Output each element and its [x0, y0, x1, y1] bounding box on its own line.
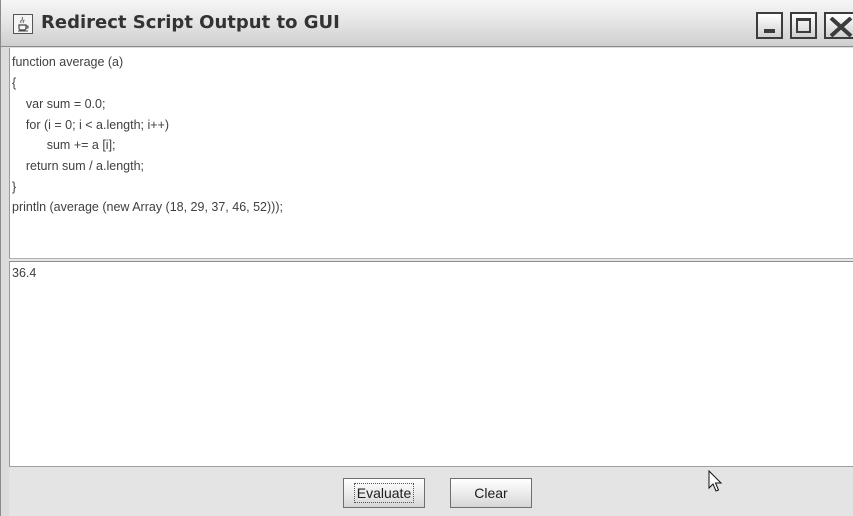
maximize-button[interactable] [790, 12, 817, 39]
close-icon [829, 17, 853, 37]
minimize-button[interactable] [756, 12, 783, 39]
app-window: Redirect Script Output to GUI function a… [0, 0, 853, 516]
title-bar[interactable]: Redirect Script Output to GUI [1, 0, 853, 47]
code-line: for (i = 0; i < a.length; i++) [12, 118, 170, 132]
code-line: } [12, 180, 17, 194]
code-line: var sum = 0.0; [12, 97, 106, 111]
code-line: sum += a [i]; [12, 138, 116, 152]
code-line: { [12, 76, 17, 90]
minimize-icon [764, 29, 775, 33]
output-text: 36.4 [12, 266, 37, 280]
maximize-icon [796, 18, 811, 33]
clear-button-label: Clear [474, 485, 508, 501]
script-editor[interactable]: function average (a) { var sum = 0.0; fo… [9, 48, 853, 258]
window-title: Redirect Script Output to GUI [41, 12, 340, 33]
evaluate-button[interactable]: Evaluate [343, 478, 425, 508]
button-bar [9, 466, 853, 516]
evaluate-button-label: Evaluate [353, 483, 415, 503]
code-line: println (average (new Array (18, 29, 37,… [12, 200, 283, 214]
clear-button[interactable]: Clear [450, 478, 532, 508]
java-cup-icon [13, 14, 33, 34]
output-pane[interactable]: 36.4 [9, 262, 853, 466]
mouse-pointer-icon [708, 470, 723, 492]
code-line: function average (a) [12, 55, 124, 69]
close-button[interactable] [824, 12, 853, 39]
code-line: return sum / a.length; [12, 159, 145, 173]
